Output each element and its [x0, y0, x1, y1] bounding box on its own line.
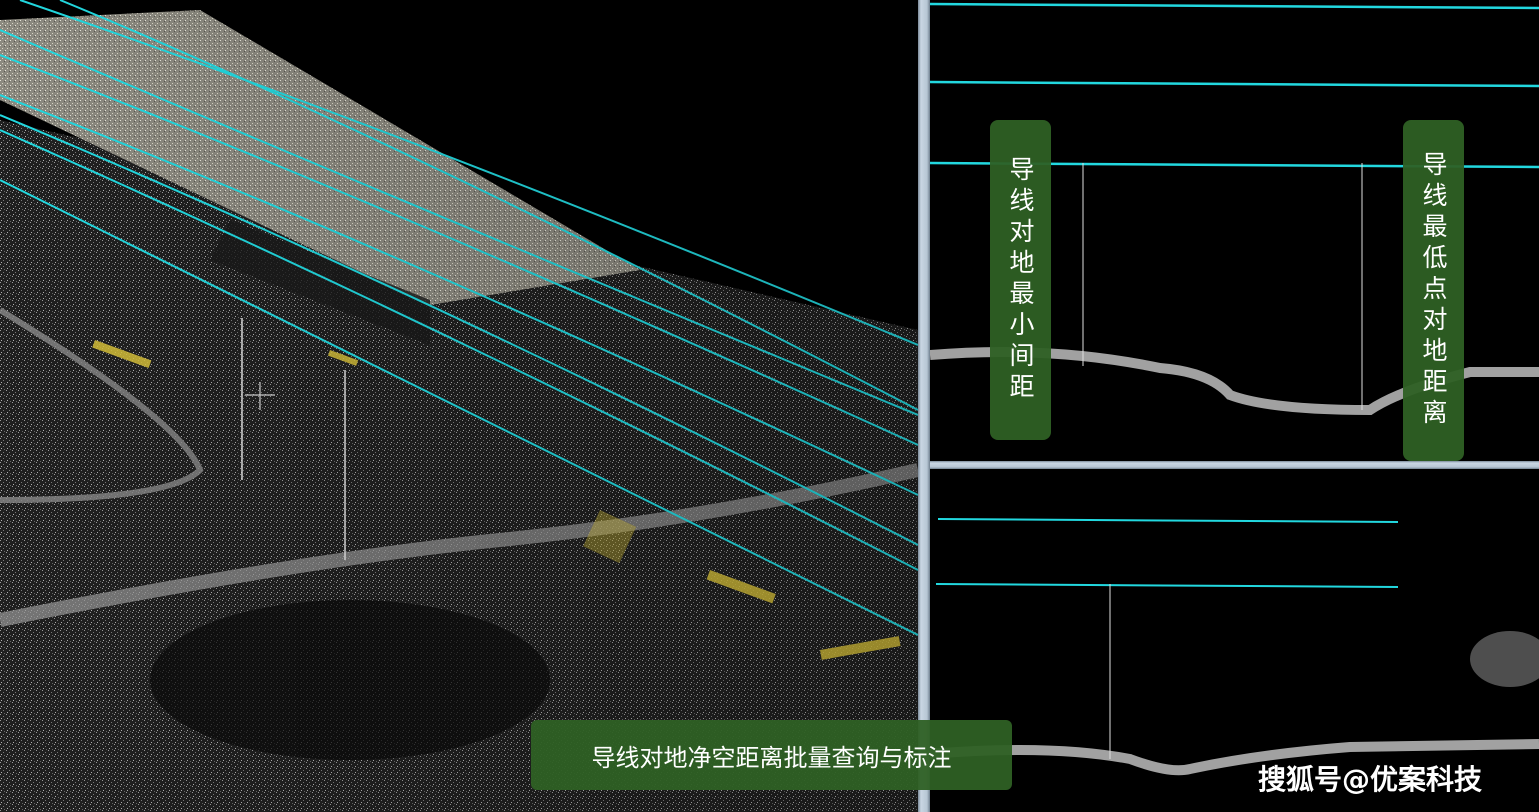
conductor-profile-lines — [935, 518, 1399, 588]
caption-banner: 导线对地净空距离批量查询与标注 — [531, 720, 1012, 790]
point-cloud-3d-view[interactable] — [0, 0, 918, 812]
profile-view-top[interactable]: 导线对地最小间距 导线最低点对地距离 — [930, 0, 1539, 461]
tree-cluster — [1470, 631, 1539, 687]
lowest-point-label: 导线最低点对地距离 — [1403, 120, 1464, 461]
watermark: 搜狐号@优案科技 — [1258, 763, 1483, 796]
min-clearance-label: 导线对地最小间距 — [990, 120, 1051, 440]
horizontal-splitter[interactable] — [930, 461, 1539, 469]
vertical-splitter[interactable] — [918, 0, 930, 812]
point-cloud-canvas[interactable] — [0, 0, 918, 812]
